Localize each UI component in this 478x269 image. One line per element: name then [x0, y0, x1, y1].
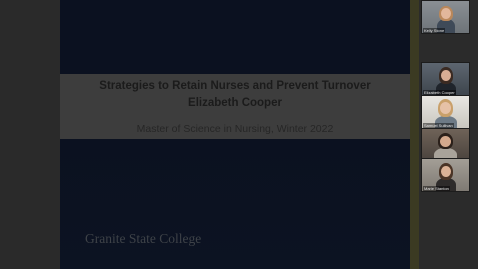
slide-top-area [60, 0, 410, 74]
slide-author: Elizabeth Cooper [188, 97, 282, 109]
panel-divider[interactable] [410, 0, 419, 269]
participant-video-face [441, 166, 451, 177]
meeting-stage: Strategies to Retain Nurses and Prevent … [0, 0, 478, 269]
participant-tile[interactable]: Marie Stanton [421, 158, 470, 192]
participant-name: Kelly Stone [423, 28, 446, 33]
slide-subtitle: Master of Science in Nursing, Winter 202… [136, 123, 334, 135]
participant-video-face [441, 8, 451, 19]
shared-slide: Strategies to Retain Nurses and Prevent … [60, 0, 410, 269]
participant-video-face [441, 70, 451, 81]
slide-title-band: Strategies to Retain Nurses and Prevent … [60, 74, 410, 139]
participant-tile[interactable]: Samuel Sullivan [421, 95, 470, 129]
slide-title: Strategies to Retain Nurses and Prevent … [99, 80, 371, 92]
slide-bottom-area: Granite State College [60, 139, 410, 269]
participant-panel: Kelly Stone Elizabeth Cooper Samuel Sull… [419, 0, 478, 269]
college-logo: Granite State College [85, 231, 202, 246]
participant-tile[interactable] [421, 128, 470, 162]
participant-tile[interactable]: Kelly Stone [421, 0, 470, 34]
participant-tile[interactable]: Elizabeth Cooper [421, 62, 470, 96]
participant-video-face [440, 136, 451, 147]
participant-name: Marie Stanton [423, 186, 450, 191]
participant-video-face [440, 102, 451, 114]
